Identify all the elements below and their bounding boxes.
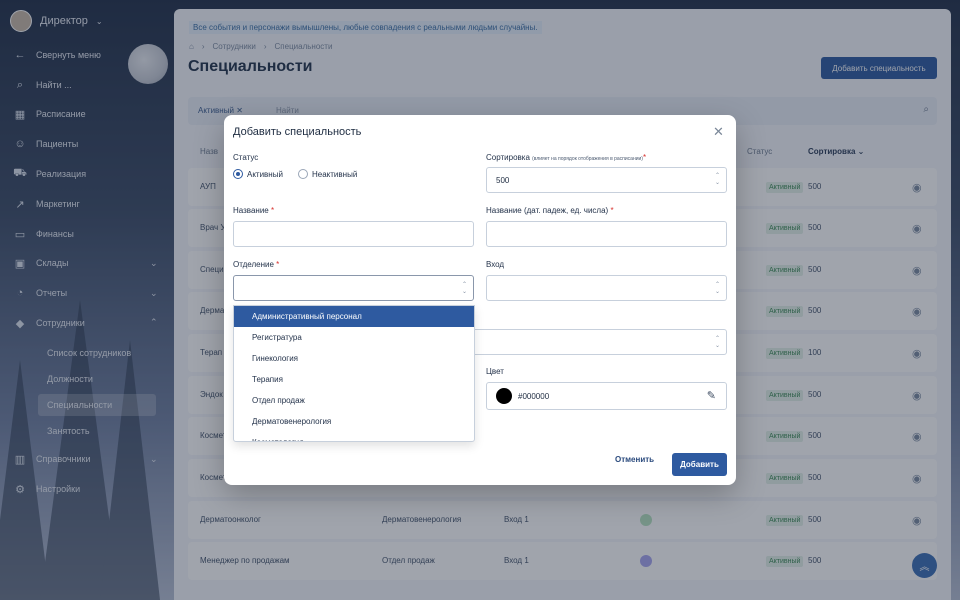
dropdown-option[interactable]: Гинекология [234, 348, 474, 369]
close-icon[interactable]: ✕ [713, 124, 724, 140]
sort-label: Сортировка (влияет на порядок отображени… [486, 153, 647, 162]
sort-input[interactable]: 500 ⌃ ⌄ [486, 167, 727, 193]
select-arrows-icon: ⌃ ⌄ [714, 336, 720, 349]
stepper-icon[interactable]: ⌃ ⌄ [715, 173, 720, 187]
name-dative-input[interactable] [486, 221, 727, 247]
radio-checked-icon [233, 169, 243, 179]
add-specialty-modal: Добавить специальность ✕ Статус Активный… [224, 115, 736, 485]
select-arrows-icon: ⌃ ⌄ [461, 282, 467, 295]
name-label: Название * [233, 206, 275, 215]
status-radio-inactive[interactable]: Неактивный [298, 169, 357, 179]
dropdown-option[interactable]: Административный персонал [234, 306, 474, 327]
dropdown-option[interactable]: Регистратура [234, 327, 474, 348]
color-input[interactable]: #000000 ✎ [486, 382, 727, 410]
dropdown-option[interactable]: Отдел продаж [234, 390, 474, 411]
status-radio-active[interactable]: Активный [233, 169, 283, 179]
dropdown-option[interactable]: Терапия [234, 369, 474, 390]
entry-select[interactable]: ⌃ ⌄ [486, 275, 727, 301]
name-input[interactable] [233, 221, 474, 247]
department-select[interactable]: ⌃ ⌄ [233, 275, 474, 301]
name-dative-label: Название (дат. падеж, ед. числа) * [486, 206, 614, 215]
department-label: Отделение * [233, 260, 280, 269]
dropdown-option[interactable]: Дерматовенерология [234, 411, 474, 432]
select-arrows-icon: ⌃ ⌄ [714, 282, 720, 295]
dropdown-option[interactable]: Косметология [234, 432, 474, 441]
status-label: Статус [233, 153, 259, 162]
color-label: Цвет [486, 367, 504, 376]
modal-title: Добавить специальность [233, 126, 362, 138]
color-swatch[interactable] [496, 388, 512, 404]
department-dropdown: Административный персонал Регистратура Г… [233, 305, 475, 442]
radio-unchecked-icon [298, 169, 308, 179]
entry-label: Вход [486, 260, 505, 269]
eyedropper-icon[interactable]: ✎ [707, 389, 716, 402]
cancel-button[interactable]: Отменить [615, 455, 654, 464]
submit-button[interactable]: Добавить [672, 453, 727, 476]
